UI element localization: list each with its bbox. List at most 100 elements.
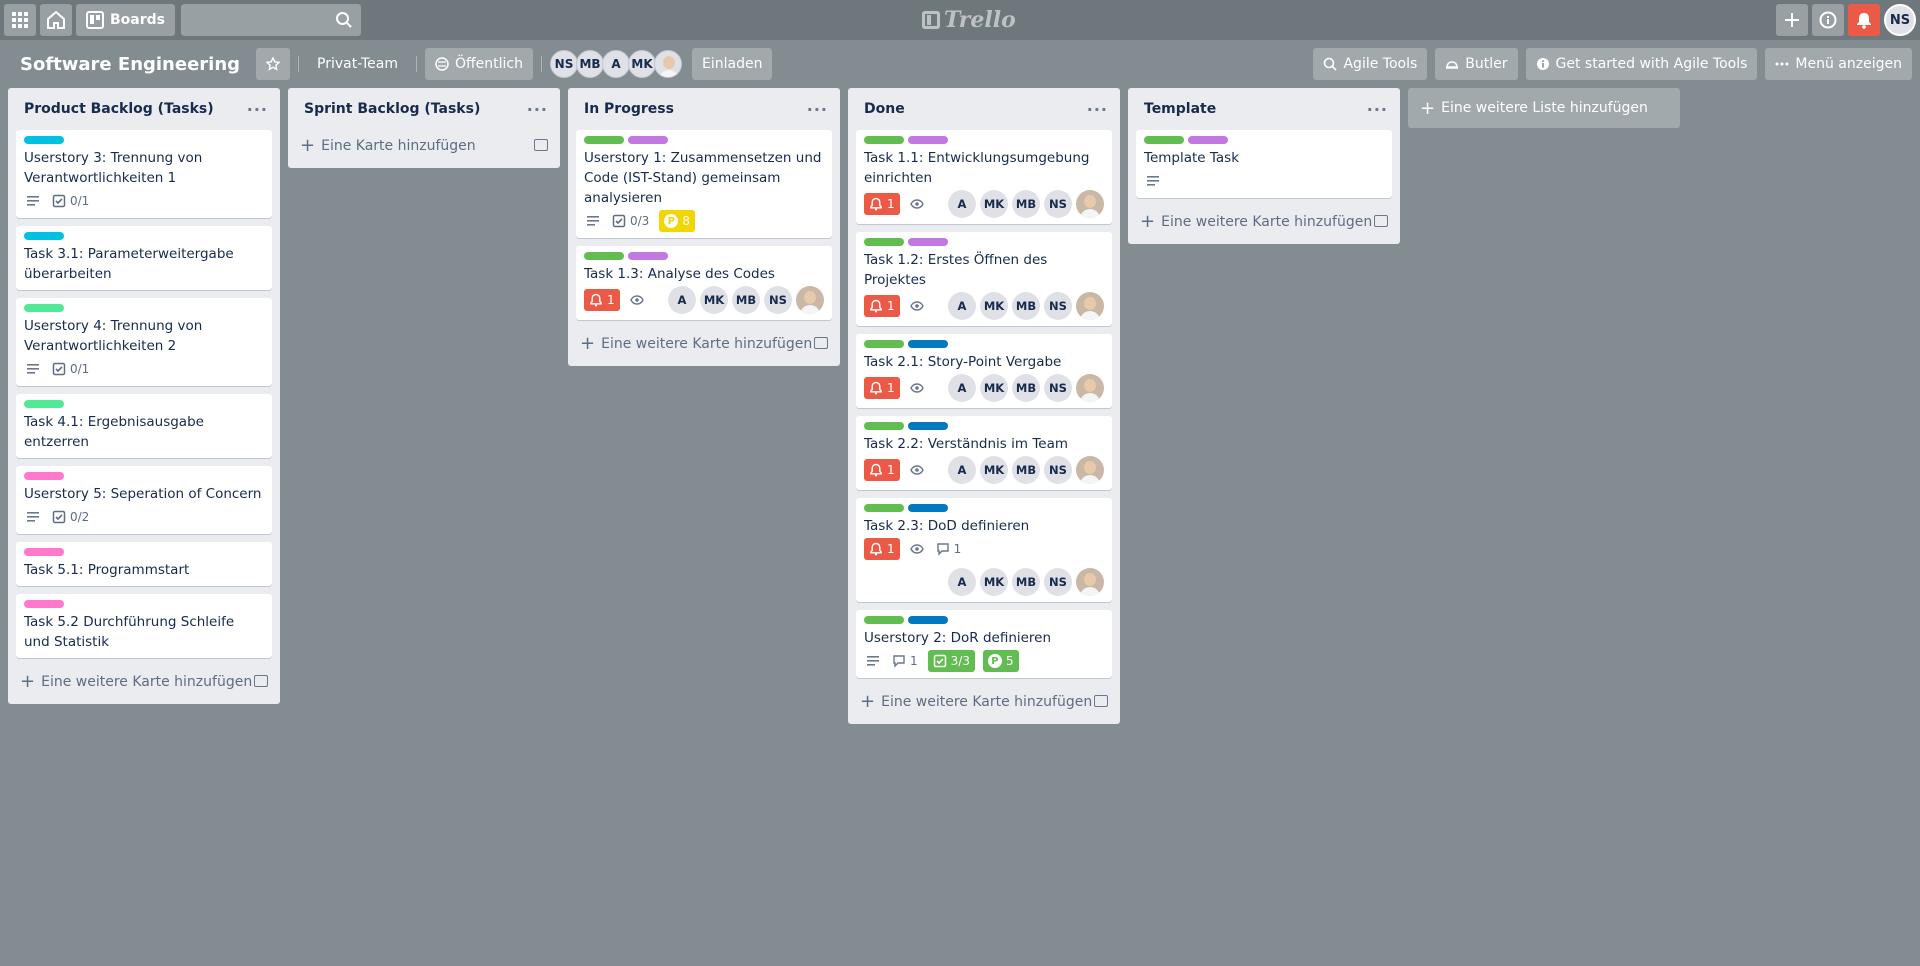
member-avatar[interactable]: MB [1012, 568, 1040, 596]
card[interactable]: Task 5.1: Programmstart [16, 542, 272, 586]
member-avatar[interactable]: NS [1044, 292, 1072, 320]
trello-logo[interactable]: Trello [922, 7, 1016, 33]
add-card-button[interactable]: + Eine weitere Karte hinzufügen [848, 686, 1120, 718]
list-menu-icon[interactable]: ··· [247, 100, 268, 119]
card-label[interactable] [24, 232, 64, 240]
card-label[interactable] [24, 600, 64, 608]
member-avatar[interactable]: A [948, 374, 976, 402]
card-label[interactable] [628, 136, 668, 144]
list[interactable]: Done ··· Task 1.1: Entwicklungsumgebung ei… [848, 88, 1120, 724]
show-menu-button[interactable]: Menü anzeigen [1765, 48, 1912, 80]
list-menu-icon[interactable]: ··· [527, 100, 548, 119]
card-label[interactable] [628, 252, 668, 260]
card[interactable]: Task 2.1: Story-Point Vergabe 1 A MK MB NS [856, 334, 1112, 408]
card-label[interactable] [864, 136, 904, 144]
invite-button[interactable]: Einladen [692, 48, 773, 80]
member-avatar[interactable]: NS [550, 50, 579, 78]
member-avatar[interactable]: NS [1044, 456, 1072, 484]
card-template-icon[interactable] [254, 675, 268, 687]
member-photo-avatar[interactable] [1076, 456, 1104, 484]
card-label[interactable] [908, 504, 948, 512]
card-template-icon[interactable] [1374, 215, 1388, 227]
star-button[interactable] [256, 48, 291, 80]
member-avatar[interactable]: A [668, 286, 696, 314]
member-photo-avatar[interactable] [1076, 568, 1104, 596]
member-avatar[interactable]: MK [980, 374, 1008, 402]
card-label[interactable] [24, 400, 64, 408]
add-card-button[interactable]: + Eine Karte hinzufügen [288, 130, 560, 162]
card[interactable]: Task 1.2: Erstes Öffnen des Projektes 1 A M… [856, 232, 1112, 326]
list[interactable]: Sprint Backlog (Tasks) ··· + Eine Karte hin… [288, 88, 560, 168]
card[interactable]: Userstory 5: Seperation of Concern 0/2 [16, 466, 272, 534]
card-label[interactable] [864, 422, 904, 430]
member-photo-avatar[interactable] [654, 50, 683, 78]
list[interactable]: In Progress ··· Userstory 1: Zusammensetze… [568, 88, 840, 366]
agile-tools-button[interactable]: Agile Tools [1313, 48, 1428, 80]
card[interactable]: Userstory 3: Trennung von Verantwortlich… [16, 130, 272, 218]
home-button[interactable] [40, 4, 72, 36]
card-label[interactable] [908, 422, 948, 430]
member-avatar[interactable]: NS [1044, 568, 1072, 596]
card[interactable]: Userstory 4: Trennung von Verantwortlich… [16, 298, 272, 386]
member-avatar[interactable]: MK [628, 50, 657, 78]
member-photo-avatar[interactable] [1076, 374, 1104, 402]
card-label[interactable] [908, 616, 948, 624]
card-label[interactable] [1188, 136, 1228, 144]
list-header[interactable]: Product Backlog (Tasks) ··· [8, 88, 280, 130]
card[interactable]: Task 1.1: Entwicklungsumgebung einrichte… [856, 130, 1112, 224]
card[interactable]: Task 4.1: Ergebnisausgabe entzerren [16, 394, 272, 458]
card-label[interactable] [24, 548, 64, 556]
visibility-button[interactable]: Öffentlich [425, 48, 534, 80]
card[interactable]: Task 2.3: DoD definieren 1 1 A MK MB NS [856, 498, 1112, 602]
member-avatar[interactable]: A [948, 568, 976, 596]
boards-button[interactable]: Boards [76, 4, 175, 36]
member-avatar[interactable]: NS [1044, 190, 1072, 218]
member-avatar[interactable]: NS [764, 286, 792, 314]
member-avatar[interactable]: A [602, 50, 631, 78]
team-button[interactable]: Privat-Team [307, 48, 408, 80]
list-header[interactable]: In Progress ··· [568, 88, 840, 130]
card[interactable]: Task 3.1: Parameterweitergabe überarbeit… [16, 226, 272, 290]
card[interactable]: Userstory 1: Zusammensetzen und Code (IS… [576, 130, 832, 238]
card-label[interactable] [24, 472, 64, 480]
card[interactable]: Template Task [1136, 130, 1392, 198]
board-title[interactable]: Software Engineering [12, 54, 248, 75]
member-photo-avatar[interactable] [1076, 292, 1104, 320]
add-card-button[interactable]: + Eine weitere Karte hinzufügen [8, 666, 280, 698]
member-avatar[interactable]: MK [980, 456, 1008, 484]
member-avatar[interactable]: MB [1012, 374, 1040, 402]
card-label[interactable] [24, 136, 64, 144]
list-menu-icon[interactable]: ··· [1087, 100, 1108, 119]
search-input[interactable] [181, 4, 361, 36]
member-avatar[interactable]: MB [1012, 190, 1040, 218]
member-avatar[interactable]: MB [1012, 292, 1040, 320]
member-avatar[interactable]: A [948, 292, 976, 320]
notifications-button[interactable] [1848, 4, 1880, 36]
member-avatar[interactable]: MK [700, 286, 728, 314]
card-label[interactable] [24, 304, 64, 312]
create-button[interactable] [1776, 4, 1808, 36]
card[interactable]: Task 2.2: Verständnis im Team 1 A MK MB NS [856, 416, 1112, 490]
card-label[interactable] [584, 252, 624, 260]
list-menu-icon[interactable]: ··· [807, 100, 828, 119]
list-menu-icon[interactable]: ··· [1367, 100, 1388, 119]
member-avatar[interactable]: A [948, 190, 976, 218]
member-photo-avatar[interactable] [796, 286, 824, 314]
member-avatar[interactable]: A [948, 456, 976, 484]
apps-menu-button[interactable] [4, 4, 36, 36]
card-template-icon[interactable] [1094, 695, 1108, 707]
add-list-button[interactable]: + Eine weitere Liste hinzufügen [1408, 88, 1680, 128]
butler-button[interactable]: Butler [1435, 48, 1518, 80]
user-avatar[interactable]: NS [1884, 4, 1916, 36]
list-header[interactable]: Template ··· [1128, 88, 1400, 130]
add-card-button[interactable]: + Eine weitere Karte hinzufügen [568, 328, 840, 360]
member-avatar[interactable]: NS [1044, 374, 1072, 402]
member-avatar[interactable]: MB [1012, 456, 1040, 484]
add-card-button[interactable]: + Eine weitere Karte hinzufügen [1128, 206, 1400, 238]
list[interactable]: Product Backlog (Tasks) ··· Userstory 3: T… [8, 88, 280, 704]
card-label[interactable] [864, 238, 904, 246]
card-template-icon[interactable] [814, 337, 828, 349]
member-avatar[interactable]: MK [980, 292, 1008, 320]
card-label[interactable] [908, 136, 948, 144]
member-avatar[interactable]: MB [732, 286, 760, 314]
